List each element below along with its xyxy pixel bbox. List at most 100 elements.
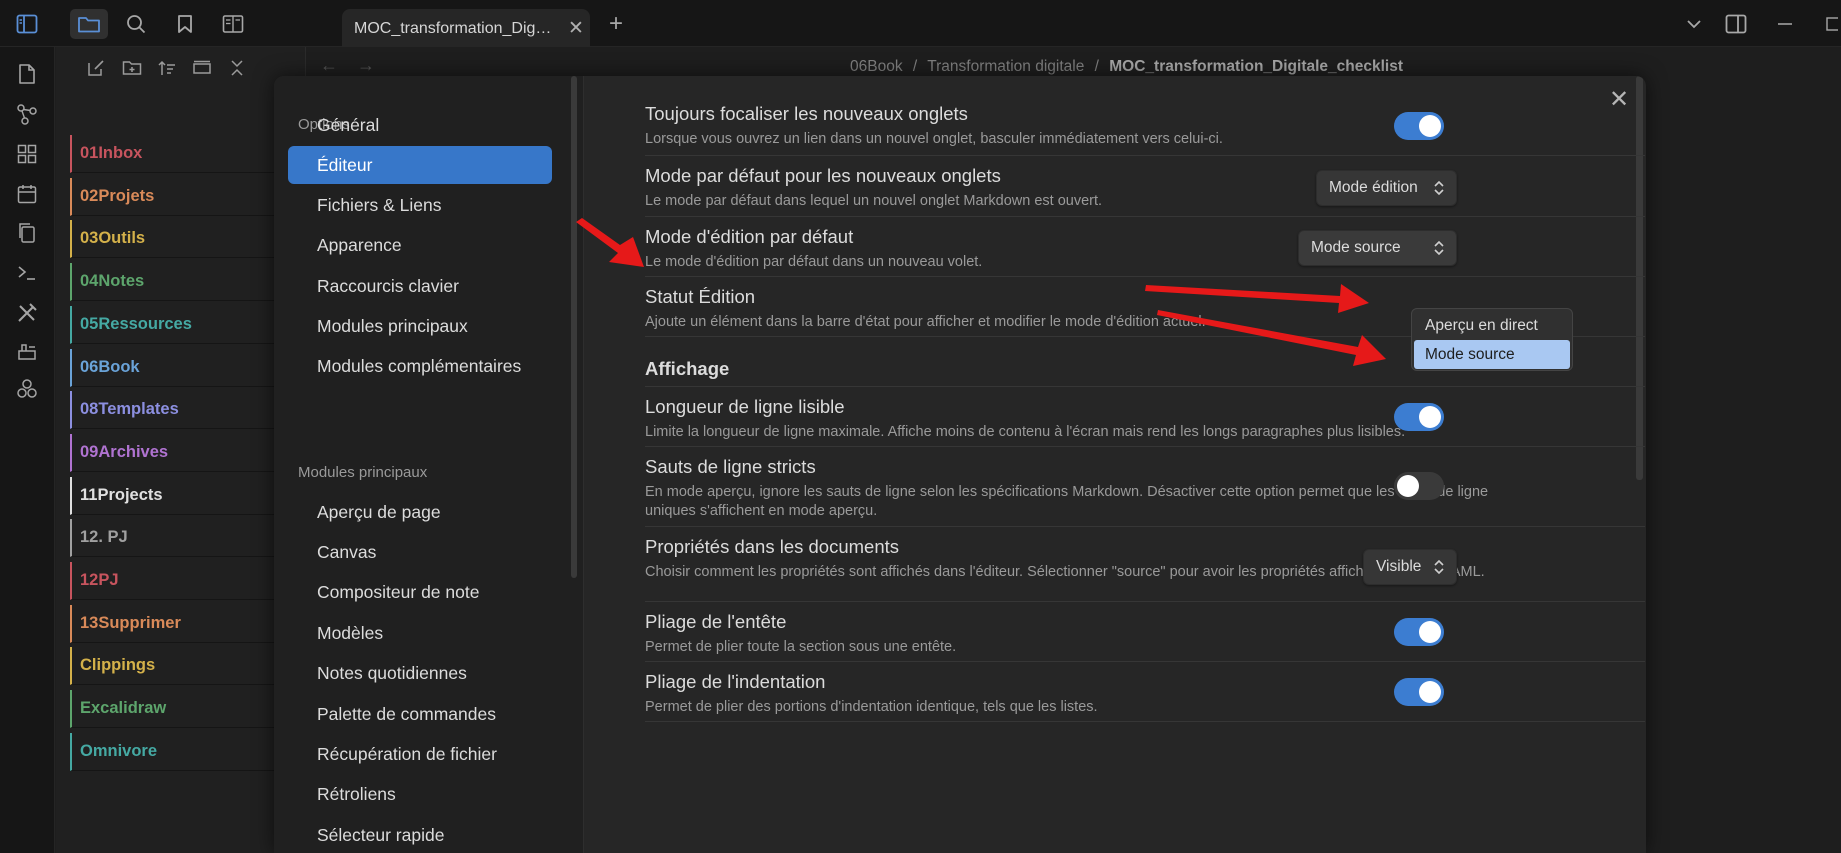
calendar-icon[interactable]: [13, 180, 41, 208]
nav-item-option[interactable]: Modules principaux: [288, 308, 552, 346]
graph-icon[interactable]: [13, 100, 41, 128]
tools-icon[interactable]: [13, 299, 41, 327]
importer-icon[interactable]: [13, 337, 41, 365]
reading-icon[interactable]: [218, 9, 248, 39]
setting-title: Pliage de l'indentation: [645, 671, 826, 692]
chevron-down-icon[interactable]: [1679, 9, 1709, 39]
nav-item-module[interactable]: Modèles: [288, 614, 552, 652]
auto-reveal-icon[interactable]: [189, 55, 215, 81]
new-tab-icon[interactable]: +: [601, 9, 631, 39]
nav-item-module[interactable]: Sélecteur rapide: [288, 816, 552, 853]
fold-heading-toggle[interactable]: [1394, 618, 1444, 646]
setting-description: Permet de plier des portions d'indentati…: [645, 699, 1098, 715]
tab-active-note[interactable]: MOC_transformation_Digitale_checklist ✕: [342, 9, 590, 48]
window-minimize-icon[interactable]: [1770, 9, 1800, 39]
right-sidebar-icon[interactable]: [1721, 9, 1751, 39]
folder-item[interactable]: 03Outils: [70, 220, 306, 259]
new-note-icon[interactable]: [83, 55, 109, 81]
setting-description: Permet de plier toute la section sous un…: [645, 639, 957, 655]
search-icon[interactable]: [121, 9, 151, 39]
option-live-preview[interactable]: Aperçu en direct: [1414, 311, 1570, 340]
folder-item[interactable]: Excalidraw: [70, 690, 306, 729]
folder-item[interactable]: 02Projets: [70, 177, 306, 216]
copy-icon[interactable]: [13, 219, 41, 247]
default-tab-mode-select[interactable]: Mode édition: [1316, 170, 1457, 206]
files-icon[interactable]: [70, 9, 108, 39]
collapse-all-icon[interactable]: [224, 55, 250, 81]
nav-item-option[interactable]: Raccourcis clavier: [288, 267, 552, 305]
breadcrumb-separator: /: [912, 58, 918, 75]
bookmark-icon[interactable]: [170, 9, 200, 39]
select-value: Visible: [1376, 558, 1422, 575]
back-arrow-icon[interactable]: ←: [320, 55, 338, 76]
canvas-grid-icon[interactable]: [13, 140, 41, 168]
nav-item-option[interactable]: Général: [288, 106, 552, 144]
nav-item-module[interactable]: Aperçu de page: [288, 493, 552, 531]
breadcrumb-current[interactable]: MOC_transformation_Digitale_checklist: [1109, 58, 1403, 75]
folder-item[interactable]: Clippings: [70, 647, 306, 686]
folder-item[interactable]: 09Archives: [70, 433, 306, 472]
folder-item[interactable]: 13Supprimer: [70, 604, 306, 643]
setting-readable-line: Longueur de ligne lisible Limite la long…: [645, 387, 1645, 447]
nav-item-option[interactable]: Apparence: [288, 227, 552, 265]
nav-item-option[interactable]: Modules complémentaires: [288, 348, 552, 386]
folder-item[interactable]: 04Notes: [70, 263, 306, 302]
nav-item-option[interactable]: Éditeur: [288, 146, 552, 185]
forward-arrow-icon[interactable]: →: [357, 55, 375, 76]
plugin-icon[interactable]: [13, 375, 41, 403]
open-file-icon[interactable]: [13, 60, 41, 88]
fold-indent-toggle[interactable]: [1394, 678, 1444, 706]
file-explorer: 01Inbox 02Projets 03Outils 04Notes 05Ressour…: [56, 47, 306, 853]
toggle-knob: [1397, 475, 1419, 497]
tab-close-icon[interactable]: ✕: [562, 17, 590, 40]
setting-title: Propriétés dans les documents: [645, 536, 899, 557]
terminal-icon[interactable]: [13, 259, 41, 287]
sort-icon[interactable]: [154, 55, 180, 81]
folder-item[interactable]: 05Ressources: [70, 305, 306, 344]
properties-select[interactable]: Visible: [1363, 549, 1457, 585]
nav-section-header: Modules principaux: [298, 464, 428, 481]
new-folder-icon[interactable]: [119, 55, 145, 81]
folder-item[interactable]: 08Templates: [70, 391, 306, 430]
nav-item-module[interactable]: Rétroliens: [288, 776, 552, 814]
window-maximize-icon[interactable]: [1822, 9, 1841, 39]
nav-item-module[interactable]: Récupération de fichier: [288, 735, 552, 773]
readable-line-toggle[interactable]: [1394, 403, 1444, 431]
select-value: Mode source: [1311, 239, 1401, 256]
settings-nav: Options Général Éditeur Fichiers & Liens Ap…: [274, 76, 584, 853]
folder-item[interactable]: 12. PJ: [70, 519, 306, 558]
setting-title: Pliage de l'entête: [645, 611, 787, 632]
top-bar: MOC_transformation_Digitale_checklist ✕ …: [0, 0, 1841, 48]
folder-item[interactable]: 12PJ: [70, 562, 306, 600]
setting-focus-tabs: Toujours focaliser les nouveaux onglets …: [645, 96, 1645, 156]
folder-item[interactable]: 01Inbox: [70, 135, 306, 173]
nav-item-module[interactable]: Compositeur de note: [288, 574, 552, 612]
focus-tabs-toggle[interactable]: [1394, 112, 1444, 140]
nav-item-option[interactable]: Fichiers & Liens: [288, 187, 552, 225]
nav-item-module[interactable]: Palette de commandes: [288, 695, 552, 733]
setting-fold-indent: Pliage de l'indentation Permet de plier …: [645, 662, 1645, 722]
nav-item-module[interactable]: Notes quotidiennes: [288, 655, 552, 693]
setting-description: Ajoute un élément dans la barre d'état p…: [645, 314, 1206, 330]
setting-title: Sauts de ligne stricts: [645, 456, 816, 477]
nav-scrollbar[interactable]: [571, 76, 577, 578]
sidebar-toggle-icon[interactable]: [12, 9, 42, 39]
setting-title: Longueur de ligne lisible: [645, 396, 845, 417]
setting-title: Mode par défaut pour les nouveaux onglet…: [645, 165, 1001, 186]
select-value: Mode édition: [1329, 179, 1418, 196]
nav-item-module[interactable]: Canvas: [288, 533, 552, 571]
option-source-mode[interactable]: Mode source: [1414, 340, 1570, 369]
chevron-updown-icon: [1434, 180, 1444, 196]
breadcrumb: 06Book / Transformation digitale / MOC_t…: [850, 58, 1403, 76]
setting-strict-breaks: Sauts de ligne stricts En mode aperçu, i…: [645, 447, 1645, 527]
folder-item[interactable]: Omnivore: [70, 732, 306, 771]
setting-default-edit-mode: Mode d'édition par défaut Le mode d'édit…: [645, 217, 1645, 277]
folder-item[interactable]: 06Book: [70, 348, 306, 387]
folder-item[interactable]: 11Projects: [70, 476, 306, 515]
chevron-updown-icon: [1434, 559, 1444, 575]
strict-breaks-toggle[interactable]: [1394, 472, 1444, 500]
breadcrumb-part[interactable]: Transformation digitale: [927, 58, 1084, 75]
breadcrumb-part[interactable]: 06Book: [850, 58, 903, 75]
default-edit-mode-select[interactable]: Mode source: [1298, 230, 1457, 266]
setting-description: En mode aperçu, ignore les sauts de lign…: [645, 484, 1489, 519]
